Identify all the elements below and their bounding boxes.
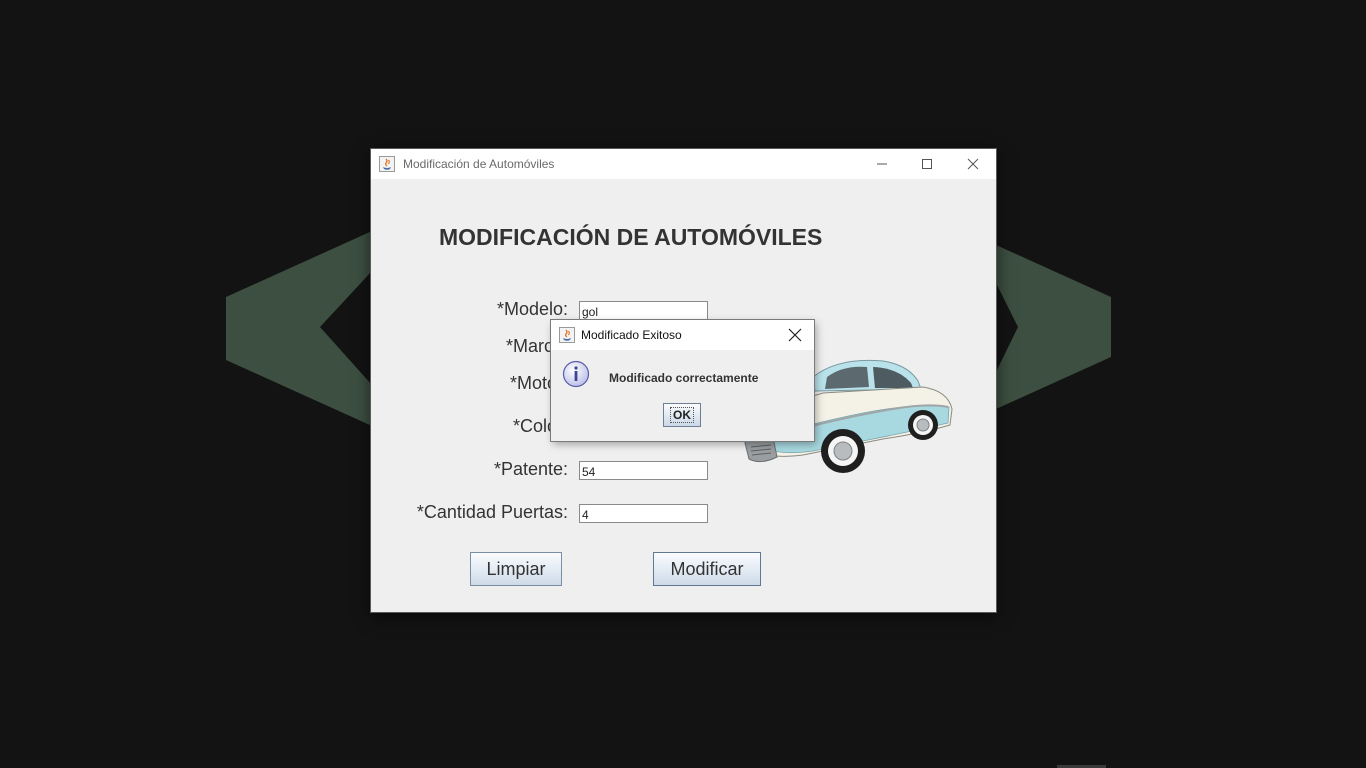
limpiar-button[interactable]: Limpiar [470,552,562,586]
maximize-button[interactable] [904,149,950,179]
dialog-message: Modificado correctamente [609,371,759,385]
patente-label: *Patente: [493,459,568,479]
close-button[interactable] [950,149,996,179]
success-dialog: Modificado Exitoso Modificado correctame… [551,320,814,441]
form-heading: MODIFICACIÓN DE AUTOMÓVILES [439,224,823,250]
ok-button-label: OK [670,407,694,423]
close-icon[interactable] [787,327,803,343]
cantidad-puertas-label: *Cantidad Puertas: [416,502,568,522]
java-icon [559,327,575,343]
window-title: Modificación de Automóviles [403,157,555,171]
modelo-input[interactable]: gol [579,301,708,320]
ok-button[interactable]: OK [663,403,701,427]
close-icon [967,158,979,170]
window-titlebar[interactable]: Modificación de Automóviles [371,149,996,179]
patente-input[interactable]: 54 [579,461,708,480]
left-chevron [226,231,372,426]
modificar-button[interactable]: Modificar [653,552,761,586]
modelo-label: *Modelo: [496,299,568,319]
cantidad-puertas-input[interactable]: 4 [579,504,708,523]
right-chevron [996,245,1111,409]
info-icon [562,360,590,388]
dialog-titlebar[interactable]: Modificado Exitoso [551,320,814,350]
color-label: *Color: [512,416,568,436]
maximize-icon [922,159,932,169]
motor-label: *Motor: [509,373,568,393]
marca-label: *Marca: [505,336,568,356]
java-icon [379,156,395,172]
minimize-icon [877,163,887,165]
minimize-button[interactable] [859,149,905,179]
dialog-title: Modificado Exitoso [581,328,682,342]
